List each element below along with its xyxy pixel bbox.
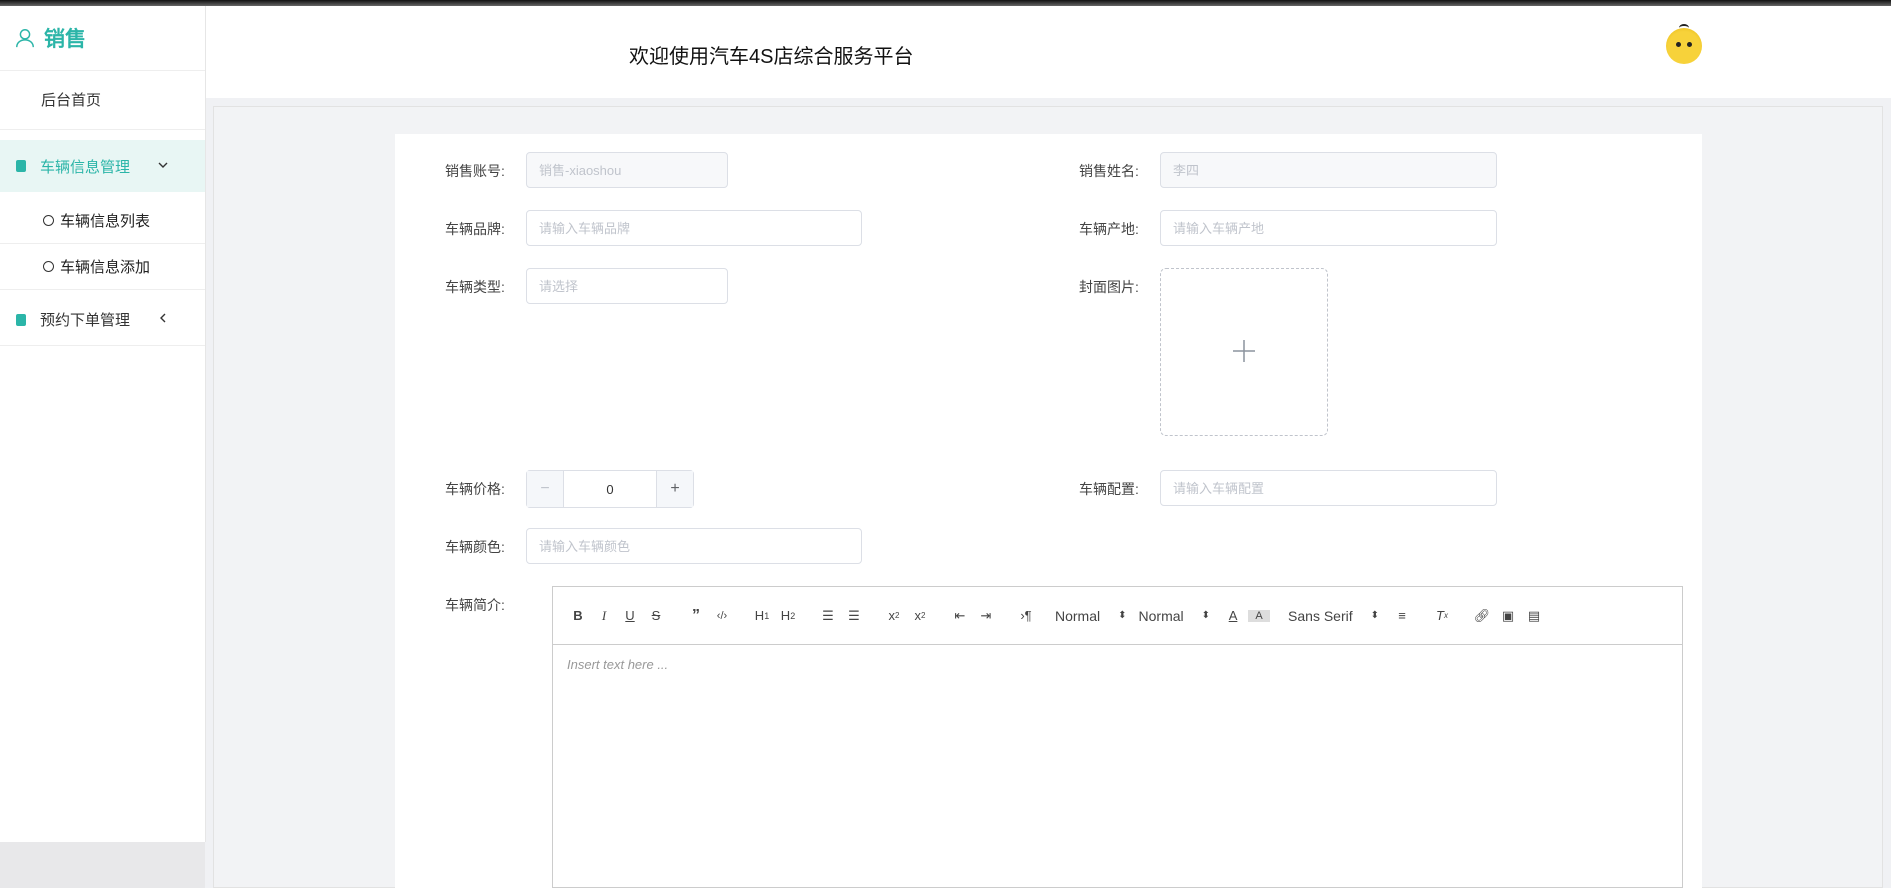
- type-label: 车辆类型:: [445, 279, 505, 295]
- config-label: 车辆配置:: [1079, 481, 1139, 497]
- blockquote-icon[interactable]: ”: [685, 607, 707, 625]
- align-icon[interactable]: ≡: [1391, 608, 1413, 623]
- image-icon[interactable]: ▣: [1497, 608, 1519, 624]
- origin-label: 车辆产地:: [1079, 221, 1139, 237]
- bold-icon[interactable]: B: [567, 608, 589, 623]
- superscript-icon[interactable]: x2: [909, 608, 931, 623]
- sidebar-item-label: 车辆信息列表: [60, 213, 151, 230]
- type-select[interactable]: [526, 268, 728, 304]
- name-label: 销售姓名:: [1079, 163, 1139, 179]
- increment-button[interactable]: +: [656, 471, 693, 507]
- decrement-button[interactable]: −: [527, 471, 564, 507]
- brand-title: 销售: [44, 28, 86, 51]
- outdent-icon[interactable]: ⇤: [949, 608, 971, 624]
- check-circle-icon: [43, 215, 54, 226]
- header-picker-value: Normal: [1055, 607, 1101, 624]
- sidebar-item-home[interactable]: 后台首页: [0, 70, 205, 130]
- color-input[interactable]: [526, 528, 862, 564]
- underline-icon[interactable]: U: [619, 608, 641, 623]
- size-picker[interactable]: Normal ⬍: [1139, 608, 1211, 624]
- sidebar-item-order-management[interactable]: 预约下单管理: [0, 294, 205, 346]
- editor-content[interactable]: Insert text here ...: [553, 645, 1682, 684]
- font-color-icon[interactable]: A: [1222, 608, 1244, 623]
- chevron-left-icon: [157, 312, 169, 327]
- sidebar-item-car-list[interactable]: 车辆信息列表: [0, 198, 205, 244]
- sidebar: 销售 后台首页 车辆信息管理 车辆信息列表 车辆信息添加 预约下单管理: [0, 6, 206, 842]
- price-stepper[interactable]: − 0 +: [526, 470, 694, 508]
- sidebar-item-label: 车辆信息添加: [60, 259, 151, 276]
- updown-icon: ⬍: [1118, 610, 1127, 621]
- bullet-list-icon[interactable]: ☰: [843, 608, 865, 624]
- sidebar-item-car-add[interactable]: 车辆信息添加: [0, 244, 205, 290]
- user-icon: [16, 29, 34, 48]
- text-direction-icon[interactable]: ›¶: [1015, 608, 1037, 623]
- subscript-icon[interactable]: x2: [883, 608, 905, 623]
- origin-input[interactable]: [1160, 210, 1497, 246]
- price-label: 车辆价格:: [445, 481, 505, 497]
- clear-format-icon[interactable]: Tx: [1431, 608, 1453, 623]
- config-input[interactable]: [1160, 470, 1497, 506]
- header2-icon[interactable]: H2: [777, 608, 799, 623]
- italic-icon[interactable]: I: [593, 608, 615, 624]
- indent-icon[interactable]: ⇥: [975, 608, 997, 624]
- rich-text-editor[interactable]: B I U S ” ‹/› H1 H2 ☰ ☰ x2 x2 ⇤ ⇥ ›¶ Nor…: [552, 586, 1683, 888]
- code-block-icon[interactable]: ‹/›: [711, 610, 733, 622]
- editor-toolbar: B I U S ” ‹/› H1 H2 ☰ ☰ x2 x2 ⇤ ⇥ ›¶ Nor…: [553, 587, 1682, 645]
- header-picker[interactable]: Normal ⬍: [1055, 608, 1127, 624]
- ordered-list-icon[interactable]: ☰: [817, 608, 839, 624]
- avatar[interactable]: [1666, 24, 1702, 64]
- intro-label: 车辆简介:: [445, 597, 505, 613]
- check-circle-icon: [43, 261, 54, 272]
- document-icon: [16, 313, 26, 326]
- size-picker-value: Normal: [1138, 607, 1184, 624]
- plus-icon: [1231, 331, 1257, 373]
- sidebar-item-label: 车辆信息管理: [40, 158, 131, 176]
- updown-icon: ⬍: [1370, 610, 1380, 621]
- link-icon[interactable]: 🔗︎: [1471, 608, 1493, 624]
- account-label: 销售账号:: [445, 163, 505, 179]
- account-field[interactable]: [526, 152, 728, 188]
- price-value[interactable]: 0: [564, 471, 656, 507]
- document-icon: [16, 160, 26, 172]
- sidebar-brand: 销售: [0, 6, 205, 71]
- sidebar-item-label: 预约下单管理: [40, 312, 131, 329]
- video-icon[interactable]: ▤: [1523, 608, 1545, 624]
- strike-icon[interactable]: S: [645, 608, 667, 623]
- color-label: 车辆颜色:: [445, 539, 505, 555]
- cover-upload[interactable]: [1160, 268, 1328, 436]
- brand-label: 车辆品牌:: [445, 221, 505, 237]
- sidebar-item-car-management[interactable]: 车辆信息管理: [0, 140, 205, 192]
- sidebar-item-label: 后台首页: [41, 92, 102, 109]
- brand-input[interactable]: [526, 210, 862, 246]
- cover-label: 封面图片:: [1079, 279, 1139, 295]
- background-color-icon[interactable]: A: [1248, 609, 1271, 622]
- header: 欢迎使用汽车4S店综合服务平台: [206, 6, 1891, 98]
- font-picker-value: Sans Serif: [1288, 607, 1353, 624]
- font-picker[interactable]: Sans Serif ⬍: [1288, 608, 1379, 624]
- header1-icon[interactable]: H1: [751, 608, 773, 623]
- chevron-down-icon: [157, 159, 169, 174]
- updown-icon: ⬍: [1201, 610, 1211, 621]
- page-title: 欢迎使用汽车4S店综合服务平台: [629, 46, 914, 68]
- name-field[interactable]: [1160, 152, 1497, 188]
- sidebar-footer: [0, 842, 205, 888]
